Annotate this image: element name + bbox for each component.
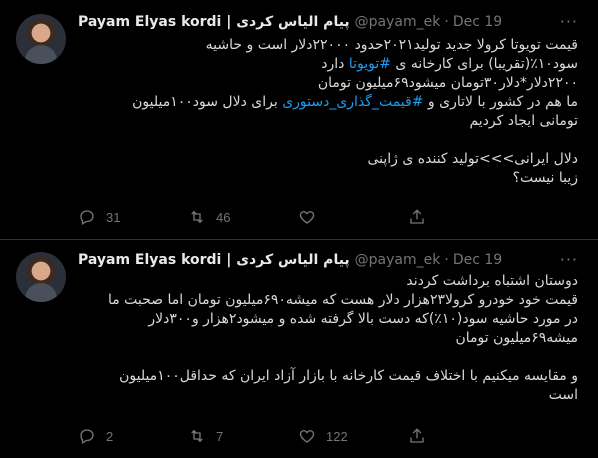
tweet-text-line: در مورد حاشیه سود(۱۰٪)که دست بالا گرفته … <box>148 311 578 327</box>
retweet-icon <box>191 210 203 224</box>
tweet-header: Payam Elyas kordi | پیام الیاس کردی @pay… <box>78 250 502 270</box>
author-name[interactable]: Payam Elyas kordi | پیام الیاس کردی <box>78 252 350 268</box>
tweet-text-line <box>78 348 578 367</box>
heart-icon <box>299 211 315 224</box>
tweet[interactable]: Payam Elyas kordi | پیام الیاس کردی @pay… <box>0 240 598 458</box>
reply-count: 2 <box>106 428 114 444</box>
more-options-icon[interactable]: ··· <box>560 250 578 269</box>
tweet[interactable]: Payam Elyas kordi | پیام الیاس کردی @pay… <box>0 0 598 240</box>
like-button[interactable]: 122 <box>298 427 408 445</box>
share-icon <box>410 428 424 443</box>
retweet-count: 7 <box>216 428 224 444</box>
retweet-count: 46 <box>216 209 231 225</box>
tweet-text-line: قیمت خود خودرو کرولا۲۳هزار دلار هست که م… <box>107 292 578 308</box>
avatar[interactable] <box>16 14 66 64</box>
tweet-text-line: و مقایسه میکنیم با اختلاف قیمت کارخانه ب… <box>119 368 578 384</box>
tweet-text-line: ۲۲۰۰دلار*دلار۳۰تومان میشود۶۹میلیون تومان <box>317 75 578 91</box>
like-button[interactable] <box>298 208 408 226</box>
reply-count: 31 <box>106 209 121 225</box>
tweet-actions: 2 7 122 <box>78 426 518 446</box>
hashtag-link[interactable]: #تویوتا <box>349 56 391 72</box>
share-button[interactable] <box>408 427 518 445</box>
author-handle[interactable]: @payam_ek <box>355 14 441 30</box>
separator-dot: · <box>444 252 449 268</box>
retweet-button[interactable]: 7 <box>188 427 298 445</box>
author-handle[interactable]: @payam_ek <box>355 252 441 268</box>
more-options-icon[interactable]: ··· <box>560 12 578 31</box>
tweet-text-line: دوستان اشتباه برداشت کردند <box>406 273 578 289</box>
tweet-text-line: زیبا نیست؟ <box>512 170 578 186</box>
tweet-header: Payam Elyas kordi | پیام الیاس کردی @pay… <box>78 12 502 32</box>
tweet-text-line: میشه۶۹میلیون تومان <box>455 330 579 346</box>
separator-dot: · <box>444 14 449 30</box>
avatar[interactable] <box>16 252 66 302</box>
heart-icon <box>299 430 315 443</box>
tweet-text-line: دلال ایرانی>>>تولید کننده ی ژاپنی <box>367 151 578 167</box>
tweet-actions: 31 46 <box>78 207 518 227</box>
share-icon <box>410 209 424 224</box>
tweet-text-line: قیمت تویوتا کرولا جدید تولید۲۰۲۱حدود ۲۲۰… <box>205 37 578 53</box>
author-name[interactable]: Payam Elyas kordi | پیام الیاس کردی <box>78 14 350 30</box>
reply-icon <box>80 429 94 444</box>
reply-icon <box>80 210 94 225</box>
tweet-text-line: ما هم در کشور با لاتاری و #قیمت_گذاری_دس… <box>132 94 578 110</box>
tweet-text-line: تومانی ایجاد کردیم <box>469 113 578 129</box>
reply-button[interactable]: 2 <box>78 427 188 445</box>
tweet-text-line <box>78 131 578 150</box>
tweet-date[interactable]: Dec 19 <box>453 252 502 268</box>
hashtag-link[interactable]: #قیمت_گذاری_دستوری <box>282 94 423 110</box>
tweet-text-line: سود۱۰٪(تقریبا) برای کارخانه ی #تویوتا دا… <box>321 56 578 72</box>
share-button[interactable] <box>408 208 518 226</box>
tweet-text-line: است <box>548 387 578 403</box>
tweet-text: دوستان اشتباه برداشت کردند قیمت خود خودر… <box>78 272 578 405</box>
retweet-icon <box>191 429 203 443</box>
like-count: 122 <box>326 428 348 444</box>
reply-button[interactable]: 31 <box>78 208 188 226</box>
tweet-text: قیمت تویوتا کرولا جدید تولید۲۰۲۱حدود ۲۲۰… <box>78 36 578 188</box>
retweet-button[interactable]: 46 <box>188 208 298 226</box>
tweet-date[interactable]: Dec 19 <box>453 14 502 30</box>
